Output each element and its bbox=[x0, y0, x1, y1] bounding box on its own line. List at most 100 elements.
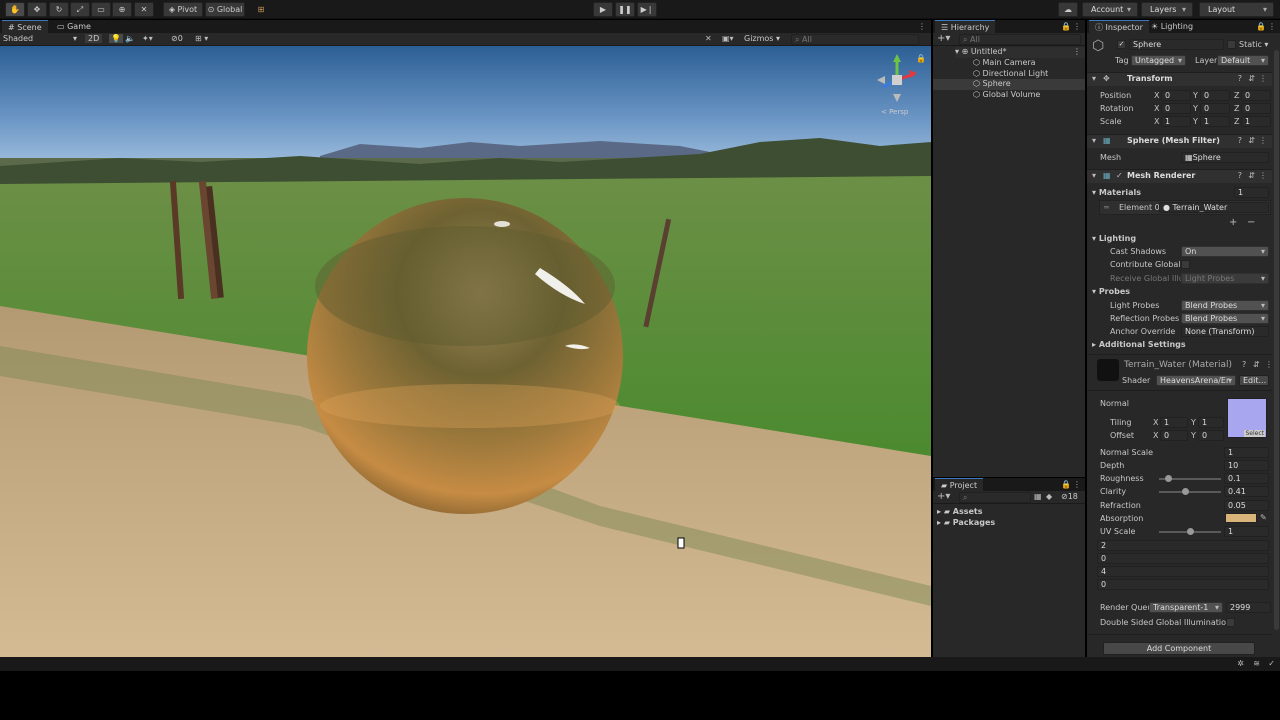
anchor-override-field[interactable]: None (Transform) bbox=[1181, 326, 1269, 337]
hidden-objects-toggle[interactable]: ⊘0 bbox=[171, 34, 183, 43]
effects-toggle-icon[interactable]: ✦▾ bbox=[142, 34, 153, 43]
additional-settings-foldout[interactable]: ▸ Additional Settings bbox=[1092, 340, 1186, 349]
vector-y-field[interactable]: 0 bbox=[1097, 553, 1269, 564]
probes-foldout[interactable]: ▾ Probes bbox=[1092, 287, 1130, 296]
mesh-filter-header[interactable]: ▾ ▦ Sphere (Mesh Filter) ? ⇵ ⋮ bbox=[1087, 134, 1272, 148]
more-menu-icon[interactable]: ⋮ bbox=[918, 22, 926, 31]
tiling-y-field[interactable]: 1 bbox=[1198, 417, 1224, 428]
account-dropdown[interactable]: Account bbox=[1082, 2, 1138, 17]
preset-icon[interactable]: ⇵ bbox=[1248, 171, 1255, 180]
scale-tool-icon[interactable]: ⤢ bbox=[70, 2, 90, 17]
hierarchy-item-sphere[interactable]: ⬡ Sphere bbox=[933, 79, 1085, 90]
rect-tool-icon[interactable]: ▭ bbox=[91, 2, 111, 17]
element-0-material-field[interactable]: ● Terrain_Water bbox=[1159, 202, 1269, 213]
clarity-field[interactable]: 0.41 bbox=[1224, 486, 1269, 497]
custom-tool-icon[interactable]: ✕ bbox=[134, 2, 154, 17]
add-component-button[interactable]: Add Component bbox=[1103, 642, 1255, 655]
filter-type-icon[interactable]: ▦ bbox=[1034, 492, 1042, 501]
help-icon[interactable]: ? bbox=[1238, 171, 1242, 180]
scale-x-field[interactable]: 1 bbox=[1161, 116, 1191, 127]
tiling-x-field[interactable]: 1 bbox=[1160, 417, 1188, 428]
cloud-icon[interactable]: ☁ bbox=[1058, 2, 1078, 17]
lock-icon[interactable]: 🔒 bbox=[916, 54, 926, 63]
offset-x-field[interactable]: 0 bbox=[1160, 430, 1188, 441]
normal-scale-field[interactable]: 1 bbox=[1224, 447, 1269, 458]
object-name-field[interactable]: Sphere bbox=[1129, 39, 1224, 50]
materials-count-field[interactable]: 1 bbox=[1234, 187, 1269, 198]
tab-game[interactable]: ▭ Game bbox=[51, 20, 97, 33]
rotation-x-field[interactable]: 0 bbox=[1161, 103, 1191, 114]
global-toggle[interactable]: ⊙ Global bbox=[205, 2, 245, 17]
scene-search-input[interactable]: ⌕ All bbox=[791, 34, 919, 45]
drag-handle-icon[interactable]: ═ bbox=[1104, 203, 1109, 212]
lock-icon[interactable]: 🔒 bbox=[1256, 22, 1266, 31]
more-menu-icon[interactable]: ⋮ bbox=[1073, 22, 1081, 31]
static-checkbox[interactable] bbox=[1227, 40, 1236, 49]
shader-dropdown[interactable]: HeavensArena/En bbox=[1156, 375, 1236, 386]
pivot-toggle[interactable]: ◈ Pivot bbox=[163, 2, 203, 17]
tag-dropdown[interactable]: Untagged bbox=[1131, 55, 1186, 66]
uv-scale-slider[interactable] bbox=[1159, 528, 1221, 535]
help-icon[interactable]: ? bbox=[1238, 74, 1242, 83]
scale-z-field[interactable]: 1 bbox=[1241, 116, 1271, 127]
audio-toggle-icon[interactable]: 🔈 bbox=[125, 34, 135, 43]
step-button[interactable]: ▶❘ bbox=[637, 2, 657, 17]
preset-icon[interactable]: ⇵ bbox=[1248, 136, 1255, 145]
project-folder-assets[interactable]: ▸ ▰ Assets bbox=[937, 507, 982, 516]
tab-lighting[interactable]: ☀ Lighting bbox=[1145, 20, 1199, 33]
add-element-icon[interactable]: + bbox=[1229, 217, 1237, 228]
roughness-slider[interactable] bbox=[1159, 475, 1221, 482]
contribute-gi-checkbox[interactable] bbox=[1181, 260, 1190, 269]
pause-button[interactable]: ❚❚ bbox=[615, 2, 635, 17]
layer-dropdown[interactable]: Default bbox=[1217, 55, 1269, 66]
tab-scene[interactable]: # Scene bbox=[2, 20, 48, 33]
mode-2d-toggle[interactable]: 2D bbox=[85, 34, 103, 43]
help-icon[interactable]: ? bbox=[1242, 360, 1246, 369]
cast-shadows-dropdown[interactable]: On bbox=[1181, 246, 1269, 257]
uv-scale-field[interactable]: 1 bbox=[1224, 526, 1269, 537]
grid-toggle-icon[interactable]: ⊞ ▾ bbox=[195, 34, 208, 43]
play-button[interactable]: ▶ bbox=[593, 2, 613, 17]
camera-icon[interactable]: ▣▾ bbox=[722, 34, 734, 43]
tab-project[interactable]: ▰ Project bbox=[935, 478, 984, 491]
eyedropper-icon[interactable]: ✎ bbox=[1260, 513, 1267, 522]
more-menu-icon[interactable]: ⋮ bbox=[1259, 136, 1267, 145]
vector-w-field[interactable]: 0 bbox=[1097, 579, 1269, 590]
lock-icon[interactable]: 🔒 bbox=[1061, 22, 1071, 31]
depth-field[interactable]: 10 bbox=[1224, 460, 1269, 471]
position-z-field[interactable]: 0 bbox=[1241, 90, 1271, 101]
layers-icon[interactable]: ≋ bbox=[1253, 659, 1260, 668]
materials-foldout[interactable]: ▾ Materials bbox=[1092, 188, 1141, 197]
active-checkbox[interactable]: ✓ bbox=[1117, 40, 1126, 49]
mesh-object-field[interactable]: ▦Sphere bbox=[1181, 152, 1269, 163]
more-menu-icon[interactable]: ⋮ bbox=[1073, 480, 1081, 489]
rotation-y-field[interactable]: 0 bbox=[1200, 103, 1230, 114]
tab-hierarchy[interactable]: ☰ Hierarchy bbox=[935, 20, 996, 33]
render-queue-field[interactable]: 2999 bbox=[1226, 602, 1271, 613]
hidden-packages-toggle[interactable]: ⊘18 bbox=[1061, 492, 1078, 501]
more-menu-icon[interactable]: ⋮ bbox=[1259, 74, 1267, 83]
hierarchy-item-global-volume[interactable]: ⬡ Global Volume bbox=[973, 90, 1040, 99]
slider-knob[interactable] bbox=[1181, 488, 1189, 495]
check-circle-icon[interactable]: ✓ bbox=[1268, 659, 1275, 668]
remove-element-icon[interactable]: − bbox=[1247, 217, 1255, 228]
position-x-field[interactable]: 0 bbox=[1161, 90, 1191, 101]
slider-knob[interactable] bbox=[1186, 528, 1194, 535]
scene-viewport[interactable]: < Persp 🔒 bbox=[0, 46, 931, 657]
help-icon[interactable]: ? bbox=[1238, 136, 1242, 145]
static-dropdown[interactable]: Static ▾ bbox=[1239, 40, 1268, 49]
hierarchy-item-directional-light[interactable]: ⬡ Directional Light bbox=[973, 69, 1048, 78]
persp-label[interactable]: < Persp bbox=[881, 108, 908, 116]
lighting-toggle-icon[interactable]: 💡 bbox=[109, 34, 123, 43]
preset-icon[interactable]: ⇵ bbox=[1248, 74, 1255, 83]
more-menu-icon[interactable]: ⋮ bbox=[1268, 22, 1276, 31]
layers-dropdown[interactable]: Layers bbox=[1141, 2, 1193, 17]
double-sided-gi-checkbox[interactable] bbox=[1226, 618, 1235, 627]
add-icon[interactable]: +▾ bbox=[937, 33, 950, 44]
transform-tool-icon[interactable]: ⊕ bbox=[112, 2, 132, 17]
tab-inspector[interactable]: ⓘ Inspector bbox=[1089, 20, 1149, 33]
refraction-field[interactable]: 0.05 bbox=[1224, 500, 1269, 511]
absorption-color-swatch[interactable] bbox=[1225, 513, 1257, 523]
transform-header[interactable]: ▾ ✥ Transform ? ⇵ ⋮ bbox=[1087, 72, 1272, 86]
slider-knob[interactable] bbox=[1164, 475, 1172, 482]
